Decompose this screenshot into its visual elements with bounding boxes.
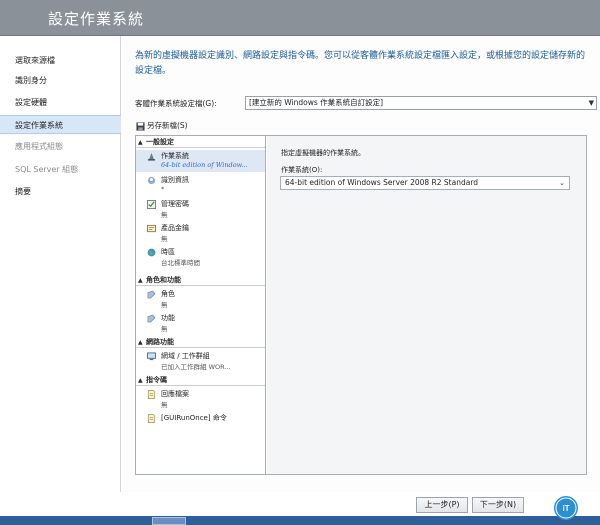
operating-system-dropdown[interactable]: 64-bit edition of Windows Server 2008 R2…	[280, 176, 570, 190]
tree-item-time-zone[interactable]: 時區 台北標準時間	[136, 246, 265, 268]
roles-icon	[147, 290, 156, 299]
tree-item-name: 回應檔案	[161, 390, 189, 398]
nav-item-identity[interactable]: 識別身分	[0, 71, 121, 90]
title-band: 設定作業系統	[0, 0, 600, 36]
tree-item-value: 無	[161, 235, 168, 243]
group-scripts[interactable]: ▲ 指令碼	[136, 375, 265, 386]
group-roles-and-features[interactable]: ▲ 角色和功能	[136, 275, 265, 286]
nav-item-sql-server-config: SQL Server 組態	[15, 165, 79, 174]
tree-item-features[interactable]: 功能 無	[136, 312, 265, 334]
time-zone-icon	[147, 248, 156, 257]
tree-item-name: 時區	[161, 248, 175, 256]
tree-item-value: 無	[161, 401, 168, 409]
tree-item-name: 識別資訊	[161, 176, 189, 184]
tree-item-identity[interactable]: 識別資訊 *	[136, 174, 265, 196]
tree-item-value: 已加入工作群組 WOR...	[161, 363, 231, 371]
settings-editor: ▲ 一般設定 作業系統 64-bit edition of Window... …	[135, 135, 587, 475]
guest-os-profile-value: [建立新的 Windows 作業系統自訂設定]	[249, 98, 384, 107]
save-as-label: 另存新檔(S)	[147, 121, 188, 130]
collapse-caret-icon: ▲	[138, 139, 143, 146]
nav-item-select-source[interactable]: 選取來源檔	[0, 51, 121, 70]
previous-button[interactable]: 上一步(P)	[416, 497, 468, 513]
chevron-down-icon: ⌄	[559, 179, 565, 187]
settings-tree: ▲ 一般設定 作業系統 64-bit edition of Window... …	[136, 136, 266, 474]
tree-item-answer-file[interactable]: 回應檔案 無	[136, 388, 265, 410]
tree-item-admin-password[interactable]: 管理密碼 無	[136, 198, 265, 220]
nav-item-application-config: 應用程式組態	[15, 142, 63, 151]
save-icon	[136, 122, 145, 131]
profile-row: 客體作業系統設定檔(G): [建立新的 Windows 作業系統自訂設定] ▼	[135, 96, 597, 110]
domain-workgroup-icon	[147, 352, 156, 361]
tree-item-product-key[interactable]: 產品金鑰 無	[136, 222, 265, 244]
nav-item-configure-hardware[interactable]: 設定硬體	[0, 93, 121, 112]
ithome-logo: iT	[554, 496, 578, 520]
wizard-step-nav: 選取來源檔 識別身分 設定硬體 設定作業系統 應用程式組態 SQL Server…	[0, 36, 121, 492]
group-general-settings[interactable]: ▲ 一般設定	[136, 137, 265, 148]
collapse-caret-icon: ▲	[138, 339, 143, 346]
nav-item-configure-os[interactable]: 設定作業系統	[0, 115, 121, 134]
operating-system-value: 64-bit edition of Windows Server 2008 R2…	[285, 178, 479, 187]
tree-item-name: 作業系統	[161, 152, 189, 160]
tree-item-name: [GUIRunOnce] 命令	[161, 414, 227, 422]
chevron-down-icon: ▼	[588, 99, 594, 107]
group-networking[interactable]: ▲ 網路功能	[136, 337, 265, 348]
nav-item-summary[interactable]: 摘要	[0, 182, 121, 201]
guest-os-profile-dropdown[interactable]: [建立新的 Windows 作業系統自訂設定] ▼	[245, 96, 597, 110]
group-label: 一般設定	[146, 138, 174, 146]
collapse-caret-icon: ▲	[138, 377, 143, 384]
tree-item-value: *	[161, 185, 165, 193]
tree-item-value: 台北標準時間	[161, 259, 200, 267]
features-icon	[147, 314, 156, 323]
collapse-caret-icon: ▲	[138, 277, 143, 284]
toolbar: 另存新檔(S)	[135, 119, 595, 133]
product-key-icon	[147, 224, 156, 233]
tree-item-value: 無	[161, 325, 168, 333]
tree-item-operating-system[interactable]: 作業系統 64-bit edition of Window...	[136, 150, 265, 172]
guest-os-profile-label: 客體作業系統設定檔(G):	[135, 99, 217, 108]
taskbar-window-button[interactable]	[152, 517, 186, 525]
tree-item-name: 產品金鑰	[161, 224, 189, 232]
tree-item-value: 無	[161, 301, 168, 309]
next-button[interactable]: 下一步(N)	[472, 497, 524, 513]
guirunonce-icon	[148, 414, 155, 423]
svg-text:iT: iT	[562, 504, 569, 513]
tree-item-value: 無	[161, 211, 168, 219]
tree-item-name: 角色	[161, 290, 175, 298]
tree-item-value: 64-bit edition of Window...	[161, 161, 248, 169]
detail-pane: 指定虛擬機器的作業系統。 作業系統(O): 64-bit edition of …	[267, 136, 586, 474]
tree-item-name: 管理密碼	[161, 200, 189, 208]
tree-item-name: 網域 / 工作群組	[161, 352, 210, 360]
answer-file-icon	[148, 390, 155, 399]
group-label: 角色和功能	[146, 276, 181, 284]
identity-icon	[147, 176, 156, 185]
tree-item-domain-workgroup[interactable]: 網域 / 工作群組 已加入工作群組 WOR...	[136, 350, 265, 372]
group-label: 指令碼	[146, 376, 167, 384]
main-panel: 為新的虛擬機器設定識別、網路設定與指令碼。您可以從客體作業系統設定檔匯入設定，或…	[122, 36, 600, 492]
operating-system-icon	[147, 152, 156, 161]
password-icon	[147, 200, 156, 209]
os-field-label: 作業系統(O):	[281, 166, 323, 174]
tree-item-roles[interactable]: 角色 無	[136, 288, 265, 310]
taskbar	[0, 516, 600, 525]
page-title: 設定作業系統	[48, 10, 145, 28]
intro-text: 為新的虛擬機器設定識別、網路設定與指令碼。您可以從客體作業系統設定檔匯入設定，或…	[135, 51, 586, 76]
group-label: 網路功能	[146, 338, 174, 346]
tree-item-name: 功能	[161, 314, 175, 322]
save-as-button[interactable]: 另存新檔(S)	[135, 119, 188, 133]
tree-item-guirunonce[interactable]: [GUIRunOnce] 命令	[136, 412, 265, 434]
os-instruction-text: 指定虛擬機器的作業系統。	[281, 149, 365, 157]
